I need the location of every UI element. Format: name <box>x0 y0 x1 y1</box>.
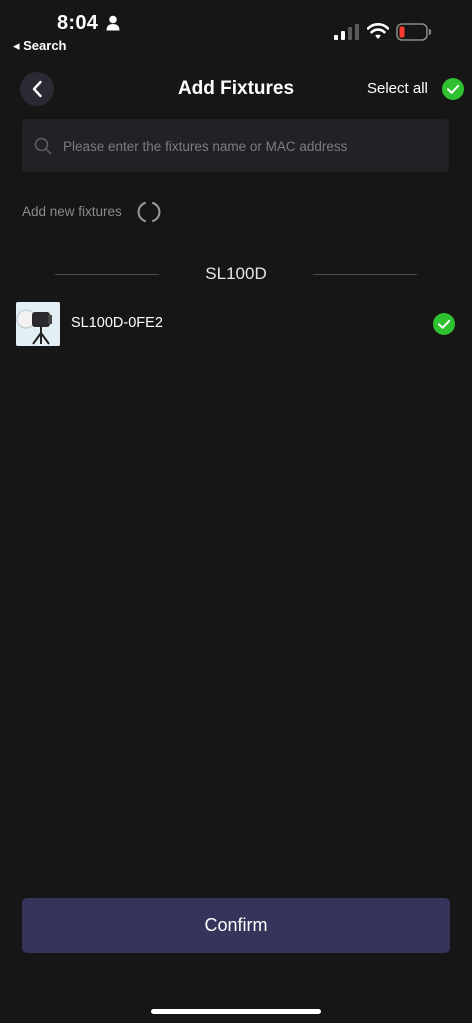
signal-icon <box>334 24 359 40</box>
status-time: 8:04 <box>57 12 99 34</box>
select-all-label[interactable]: Select all <box>367 80 428 97</box>
fixture-thumbnail <box>16 302 60 346</box>
back-to-search-link[interactable]: ◂ Search <box>13 38 67 54</box>
loading-spinner-icon <box>137 202 161 222</box>
fixture-name: SL100D-0FE2 <box>71 315 163 331</box>
search-input[interactable] <box>63 135 433 157</box>
search-icon <box>34 137 52 155</box>
wifi-icon <box>367 23 389 39</box>
select-all-check-icon[interactable] <box>442 78 464 100</box>
add-new-fixtures-label: Add new fixtures <box>22 204 122 219</box>
divider-right <box>313 274 417 275</box>
confirm-button[interactable]: Confirm <box>22 898 450 953</box>
battery-icon <box>396 23 432 41</box>
person-icon <box>106 15 120 31</box>
home-indicator[interactable] <box>151 1009 321 1014</box>
fixture-selected-check-icon[interactable] <box>433 313 455 335</box>
light-fixture-icon <box>16 302 60 346</box>
